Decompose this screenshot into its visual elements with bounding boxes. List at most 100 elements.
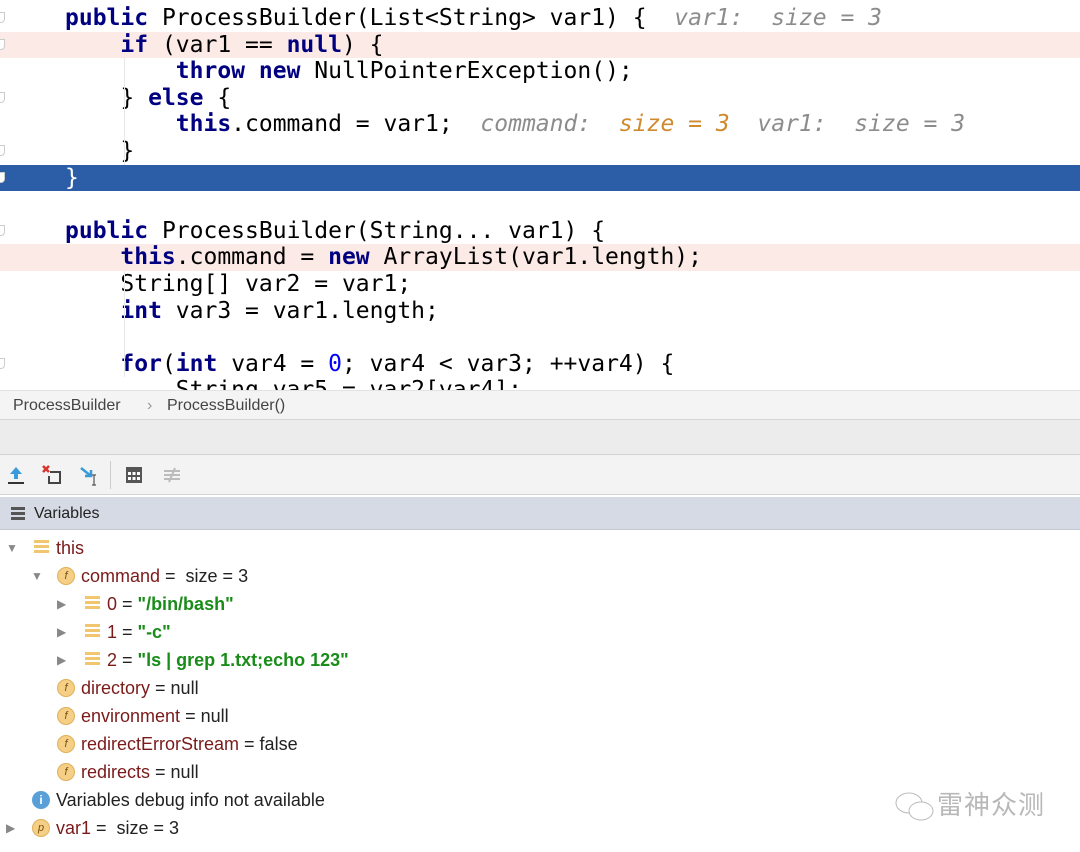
code-token: this <box>120 244 176 271</box>
code-token: int <box>120 297 162 324</box>
code-token: for <box>120 350 162 377</box>
toolbar-divider <box>110 461 111 489</box>
string-value: "ls | grep 1.txt;echo 123" <box>137 650 349 670</box>
code-line[interactable]: for(int var4 = 0; var4 < var3; ++var4) { <box>0 351 1080 378</box>
code-token: 0 <box>328 350 342 377</box>
code-line-current[interactable]: } <box>0 164 1080 192</box>
variable-name: 1 <box>107 622 118 642</box>
code-line[interactable]: public ProcessBuilder(List<String> var1)… <box>0 5 1080 32</box>
code-line[interactable] <box>0 191 1080 218</box>
indent-guide <box>124 271 125 378</box>
field-icon: f <box>57 567 75 585</box>
step-into-icon[interactable] <box>78 463 102 487</box>
code-token: } <box>65 164 79 191</box>
field-icon: f <box>57 735 75 753</box>
code-token: .command = <box>175 244 329 271</box>
variable-row[interactable]: f directory = null <box>0 674 1080 702</box>
code-token: ; var4 < var3; ++var4) { <box>341 350 675 377</box>
list-icon <box>85 652 100 667</box>
variable-value: = <box>117 622 138 642</box>
debug-toolbar <box>0 455 1080 495</box>
variable-name: redirects <box>81 762 151 782</box>
expand-right-icon[interactable]: ▶ <box>6 814 15 842</box>
code-line[interactable] <box>0 324 1080 351</box>
inline-debug-value: size = 3 <box>618 111 730 138</box>
breadcrumb-method[interactable]: ProcessBuilder() <box>167 391 285 420</box>
variable-row[interactable]: ▶ 2 = "ls | grep 1.txt;echo 123" <box>0 646 1080 674</box>
debug-tabs-bar <box>0 420 1080 455</box>
code-token: NullPointerException(); <box>300 58 633 85</box>
code-line[interactable]: int var3 = var1.length; <box>0 298 1080 325</box>
code-token: (var1 == <box>148 31 287 58</box>
fold-marker-icon[interactable] <box>0 145 5 156</box>
variable-row[interactable]: ▼ f command = size = 3 <box>0 562 1080 590</box>
code-text: if (var1 == null) { <box>65 31 383 59</box>
expand-right-icon[interactable]: ▶ <box>57 618 66 646</box>
code-line[interactable]: String[] var2 = var1; <box>0 271 1080 298</box>
field-icon: f <box>57 763 75 781</box>
list-icon <box>34 540 49 555</box>
breadcrumb-class[interactable]: ProcessBuilder <box>13 391 121 420</box>
code-line[interactable]: this.command = new ArrayList(var1.length… <box>0 244 1080 271</box>
code-token: String var5 = var2[var4]; <box>65 377 522 390</box>
variable-name: directory <box>81 678 151 698</box>
variable-row[interactable]: f redirectErrorStream = false <box>0 730 1080 758</box>
variable-value: = null <box>150 762 199 782</box>
fold-marker-icon[interactable] <box>0 224 5 236</box>
code-token: ProcessBuilder(String... var1) { <box>148 217 606 244</box>
code-token: ( <box>161 350 176 377</box>
code-text: } else { <box>65 85 231 112</box>
remove-watch-icon[interactable] <box>40 463 64 487</box>
fold-marker-icon[interactable] <box>0 91 5 103</box>
menu-icon[interactable] <box>11 506 25 520</box>
indent-guide <box>124 58 125 165</box>
code-token: { <box>203 84 232 111</box>
fold-marker-icon[interactable] <box>0 171 5 183</box>
code-token: new <box>258 58 301 85</box>
code-text: for(int var4 = 0; var4 < var3; ++var4) { <box>65 351 674 378</box>
code-text: String var5 = var2[var4]; <box>65 377 522 390</box>
expand-right-icon[interactable]: ▶ <box>57 646 66 674</box>
variable-row[interactable]: f environment = null <box>0 702 1080 730</box>
code-text: throw new NullPointerException(); <box>65 58 633 85</box>
expand-down-icon[interactable]: ▼ <box>6 534 18 562</box>
expand-down-icon[interactable]: ▼ <box>31 562 43 590</box>
code-line[interactable]: this.command = var1; command: size = 3 v… <box>0 111 1080 138</box>
compare-icon[interactable] <box>160 463 184 487</box>
code-line[interactable]: public ProcessBuilder(String... var1) { <box>0 218 1080 245</box>
variable-row[interactable]: f redirects = null <box>0 758 1080 786</box>
code-token: ArrayList(var1.length); <box>369 244 703 271</box>
fold-marker-icon[interactable] <box>0 357 5 369</box>
expand-right-icon[interactable]: ▶ <box>57 590 66 618</box>
variable-value: = size = 3 <box>160 566 249 586</box>
breadcrumb: ProcessBuilder › ProcessBuilder() <box>0 390 1080 420</box>
variables-title: Variables <box>34 505 100 522</box>
fold-marker-icon[interactable] <box>0 38 5 50</box>
restore-layout-icon[interactable] <box>4 463 28 487</box>
variable-name: command <box>81 566 161 586</box>
variable-name: this <box>56 538 85 558</box>
string-value: "/bin/bash" <box>137 594 234 614</box>
variable-row[interactable]: ▼ this <box>0 534 1080 562</box>
variable-value: = false <box>239 734 298 754</box>
code-text: String[] var2 = var1; <box>65 271 411 298</box>
variable-row[interactable]: ▶ 0 = "/bin/bash" <box>0 590 1080 618</box>
code-line[interactable]: throw new NullPointerException(); <box>0 58 1080 85</box>
code-line[interactable]: String var5 = var2[var4]; <box>0 377 1080 390</box>
evaluate-expression-icon[interactable] <box>122 463 146 487</box>
variable-row[interactable]: ▶ 1 = "-c" <box>0 618 1080 646</box>
code-editor[interactable]: public ProcessBuilder(List<String> var1)… <box>0 0 1080 390</box>
code-line[interactable]: } else { <box>0 85 1080 112</box>
code-token: ProcessBuilder(List<String> var1) { <box>148 5 675 31</box>
code-line[interactable]: if (var1 == null) { <box>0 31 1080 59</box>
code-line[interactable]: } <box>0 138 1080 165</box>
variable-name: redirectErrorStream <box>81 734 240 754</box>
code-token: .command = var1; <box>231 111 481 138</box>
watermark: 雷神众测 <box>893 785 1045 824</box>
fold-marker-icon[interactable] <box>0 12 5 23</box>
wechat-logo-icon <box>895 792 934 821</box>
string-value: "-c" <box>137 622 171 642</box>
